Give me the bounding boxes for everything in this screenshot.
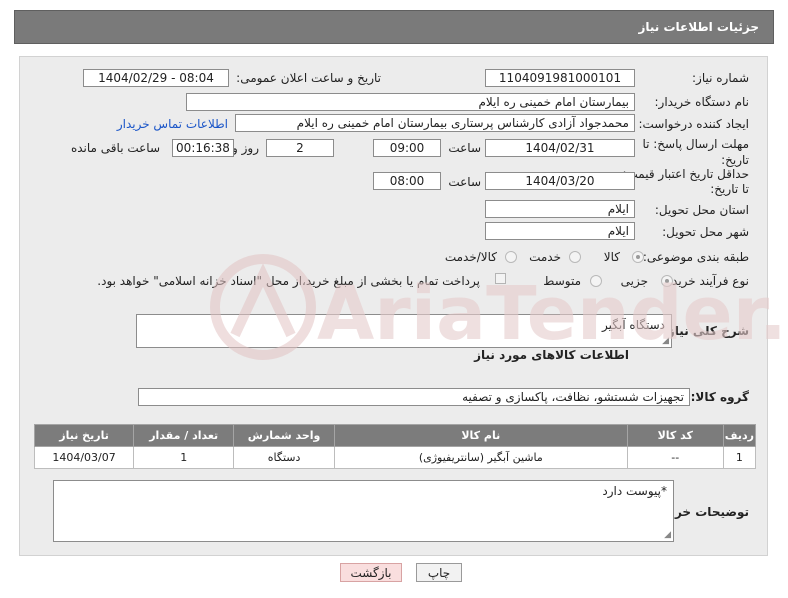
announce-label: تاریخ و ساعت اعلان عمومی:: [236, 71, 381, 85]
validity-time-label: ساعت: [448, 175, 481, 189]
goods-section-title: اطلاعات کالاهای مورد نیاز: [474, 348, 629, 362]
buyer-notes-textarea[interactable]: *پیوست دارد ◢: [53, 480, 674, 542]
cell-unit: دستگاه: [233, 446, 335, 469]
col-unit: واحد شمارش: [233, 424, 335, 447]
col-item-name: نام کالا: [333, 424, 628, 447]
deadline-label-date: تاریخ:: [721, 153, 749, 167]
treasury-checkbox[interactable]: [495, 273, 506, 284]
resize-grip-icon: ◢: [662, 336, 669, 346]
col-quantity: تعداد / مقدار: [133, 424, 235, 447]
resize-grip-icon: ◢: [664, 530, 671, 540]
days-label: روز و: [232, 141, 259, 155]
category-radio-goods[interactable]: [632, 251, 644, 263]
days-field: 2: [266, 139, 334, 157]
remaining-time-field: 00:16:38: [172, 139, 234, 157]
back-button[interactable]: بازگشت: [340, 563, 402, 582]
process-option-minor: جزیی: [620, 274, 648, 288]
buyer-contact-link[interactable]: اطلاعات تماس خریدار: [117, 117, 228, 131]
col-item-code: کد کالا: [626, 424, 724, 447]
category-label: طبقه بندی موضوعی:: [642, 250, 749, 264]
cell-quantity: 1: [133, 446, 235, 469]
deadline-date-field: 1404/02/31: [485, 139, 635, 157]
buyer-notes-text: *پیوست دارد: [602, 484, 667, 498]
process-option-medium: متوسط: [543, 274, 581, 288]
details-panel: شماره نیاز: 1104091981000101 تاریخ و ساع…: [19, 56, 768, 556]
deadline-label: مهلت ارسال پاسخ: تا: [642, 137, 749, 151]
cell-row: 1: [722, 446, 757, 469]
requester-label: ایجاد کننده درخواست:: [638, 117, 749, 131]
deadline-time-field: 09:00: [373, 139, 441, 157]
col-need-date: تاریخ نیاز: [33, 424, 135, 447]
category-radio-service[interactable]: [569, 251, 581, 263]
province-field: ایلام: [485, 200, 635, 218]
remaining-time-label: ساعت باقی مانده: [70, 141, 160, 155]
goods-group-field: تجهیزات شستشو، نظافت، پاکسازی و تصفیه: [138, 388, 690, 406]
city-label: شهر محل تحویل:: [662, 225, 749, 239]
validity-date-field: 1404/03/20: [485, 172, 635, 190]
summary-label: شرح کلی نیاز:: [663, 324, 749, 338]
table-row[interactable]: 1404/03/07 1 دستگاه ماشین آبگیر (سانتریف…: [33, 446, 757, 469]
items-table: تاریخ نیاز تعداد / مقدار واحد شمارش نام …: [33, 424, 757, 469]
process-radio-medium[interactable]: [590, 275, 602, 287]
category-option-goods: کالا: [603, 250, 620, 264]
cell-item-code: --: [626, 446, 724, 469]
payment-note: پرداخت تمام یا بخشی از مبلغ خرید،از محل …: [97, 274, 480, 288]
buyer-org-field: بیمارستان امام خمینی ره ایلام: [186, 93, 635, 111]
category-option-service: خدمت: [529, 250, 561, 264]
page-header: جزئیات اطلاعات نیاز: [14, 10, 774, 44]
validity-label-date: تا تاریخ:: [710, 182, 749, 196]
summary-text: دستگاه آبگیر: [602, 318, 665, 332]
province-label: استان محل تحویل:: [654, 203, 749, 217]
cell-need-date: 1404/03/07: [33, 446, 135, 469]
need-number-label: شماره نیاز:: [692, 71, 749, 85]
process-radio-minor[interactable]: [661, 275, 673, 287]
goods-group-label: گروه کالا:: [690, 390, 749, 404]
announce-field: 1404/02/29 - 08:04: [83, 69, 229, 87]
deadline-time-label: ساعت: [448, 141, 481, 155]
table-header-row: تاریخ نیاز تعداد / مقدار واحد شمارش نام …: [33, 424, 757, 447]
requester-field: محمدجواد آزادی کارشناس پرستاری بیمارستان…: [235, 114, 635, 132]
page-title: جزئیات اطلاعات نیاز: [638, 20, 759, 34]
buyer-org-label: نام دستگاه خریدار:: [654, 95, 750, 109]
city-field: ایلام: [485, 222, 635, 240]
print-button[interactable]: چاپ: [416, 563, 462, 582]
need-number-field: 1104091981000101: [485, 69, 635, 87]
cell-item-name: ماشین آبگیر (سانتریفیوژی): [333, 446, 628, 469]
summary-textarea[interactable]: دستگاه آبگیر ◢: [136, 314, 672, 348]
category-option-goods-service: کالا/خدمت: [444, 250, 497, 264]
category-radio-goods-service[interactable]: [505, 251, 517, 263]
validity-time-field: 08:00: [373, 172, 441, 190]
col-row: ردیف: [722, 424, 757, 447]
validity-label: حداقل تاریخ اعتبار قیمت:: [622, 167, 749, 181]
process-label: نوع فرآیند خرید :: [664, 274, 749, 288]
